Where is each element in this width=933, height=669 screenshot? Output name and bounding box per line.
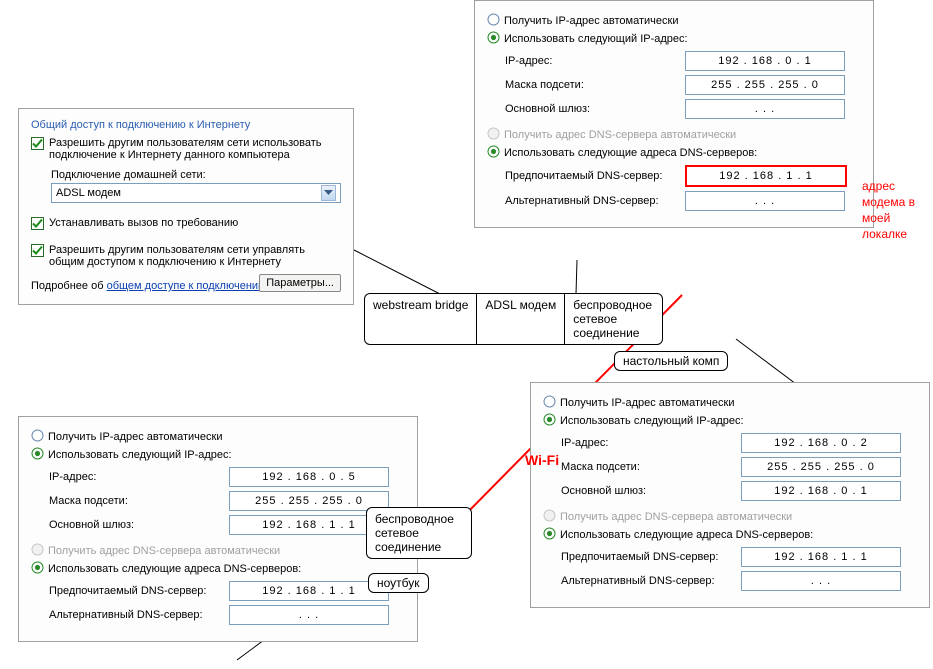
auto-dns-label: Получить адрес DNS-сервера автоматически bbox=[504, 129, 736, 141]
mask-label: Маска подсети: bbox=[505, 79, 685, 91]
auto-ip-label: Получить IP-адрес автоматически bbox=[504, 15, 678, 27]
dial-on-demand-label: Устанавливать вызов по требованию bbox=[49, 217, 238, 229]
dns1-field[interactable]: 192 . 168 . 1 . 1 bbox=[741, 547, 901, 567]
gw-field[interactable]: . . . bbox=[685, 99, 845, 119]
radio-off-icon bbox=[487, 127, 500, 143]
checkbox-icon[interactable] bbox=[31, 137, 45, 150]
radio-off-icon[interactable] bbox=[31, 429, 44, 445]
radio-on-icon[interactable] bbox=[31, 447, 44, 463]
home-net-value: ADSL модем bbox=[56, 187, 121, 199]
checkbox-icon[interactable] bbox=[31, 217, 45, 230]
radio-on-icon[interactable] bbox=[487, 31, 500, 47]
ics-title: Общий доступ к подключению к Интернету bbox=[31, 119, 341, 131]
ip-field[interactable]: 192 . 168 . 0 . 5 bbox=[229, 467, 389, 487]
chevron-down-icon[interactable] bbox=[321, 185, 336, 201]
mask-field[interactable]: 255 . 255 . 255 . 0 bbox=[229, 491, 389, 511]
dns1-field[interactable]: 192 . 168 . 1 . 1 bbox=[685, 165, 847, 187]
dns2-field[interactable]: . . . bbox=[229, 605, 389, 625]
chip-laptop-wireless: беспроводное сетевое соединение bbox=[366, 507, 472, 559]
allow-control-label: Разрешить другим пользователям сети упра… bbox=[49, 244, 341, 268]
dns1-label: Предпочитаемый DNS-сервер: bbox=[505, 170, 685, 182]
mask-field[interactable]: 255 . 255 . 255 . 0 bbox=[685, 75, 845, 95]
ip-field[interactable]: 192 . 168 . 0 . 1 bbox=[685, 51, 845, 71]
settings-button[interactable]: Параметры... bbox=[259, 274, 341, 292]
wifi-label: Wi-Fi bbox=[525, 452, 559, 468]
home-net-label: Подключение домашней сети: bbox=[51, 169, 341, 181]
radio-on-icon[interactable] bbox=[543, 413, 556, 429]
radio-on-icon[interactable] bbox=[543, 527, 556, 543]
radio-on-icon[interactable] bbox=[31, 561, 44, 577]
share-check-label: Разрешить другим пользователям сети испо… bbox=[49, 137, 341, 161]
annotation-note: адрес модема в моей локалке bbox=[862, 178, 915, 242]
gw-label: Основной шлюз: bbox=[505, 103, 685, 115]
tcpip-panel-desktop-wireless: Получить IP-адрес автоматически Использо… bbox=[530, 382, 930, 608]
ics-panel: Общий доступ к подключению к Интернету Р… bbox=[18, 108, 354, 305]
dns2-field[interactable]: . . . bbox=[741, 571, 901, 591]
radio-on-icon[interactable] bbox=[487, 145, 500, 161]
node-bar: webstream bridge ADSL модем беспроводное… bbox=[364, 293, 663, 345]
radio-off-icon bbox=[543, 509, 556, 525]
manual-dns-label: Использовать следующие адреса DNS-сервер… bbox=[504, 147, 757, 159]
ip-label: IP-адрес: bbox=[505, 55, 685, 67]
tcpip-panel-laptop: Получить IP-адрес автоматически Использо… bbox=[18, 416, 418, 642]
gw-field[interactable]: 192 . 168 . 0 . 1 bbox=[741, 481, 901, 501]
radio-off-icon[interactable] bbox=[543, 395, 556, 411]
tcpip-panel-desktop-adsl: Получить IP-адрес автоматически Использо… bbox=[474, 0, 874, 228]
node-adsl: ADSL модем bbox=[476, 294, 564, 344]
chip-laptop: ноутбук bbox=[368, 573, 429, 593]
radio-off-icon bbox=[31, 543, 44, 559]
checkbox-icon[interactable] bbox=[31, 244, 45, 257]
home-net-select[interactable]: ADSL модем bbox=[51, 183, 341, 203]
manual-ip-label: Использовать следующий IP-адрес: bbox=[504, 33, 688, 45]
node-webstream: webstream bridge bbox=[365, 294, 476, 344]
ip-field[interactable]: 192 . 168 . 0 . 2 bbox=[741, 433, 901, 453]
chip-desktop: настольный комп bbox=[614, 351, 728, 371]
dns2-label: Альтернативный DNS-сервер: bbox=[505, 195, 685, 207]
node-wireless: беспроводное сетевое соединение bbox=[564, 294, 662, 344]
radio-off-icon[interactable] bbox=[487, 13, 500, 29]
gw-field[interactable]: 192 . 168 . 1 . 1 bbox=[229, 515, 389, 535]
dns1-field[interactable]: 192 . 168 . 1 . 1 bbox=[229, 581, 389, 601]
dns2-field[interactable]: . . . bbox=[685, 191, 845, 211]
mask-field[interactable]: 255 . 255 . 255 . 0 bbox=[741, 457, 901, 477]
